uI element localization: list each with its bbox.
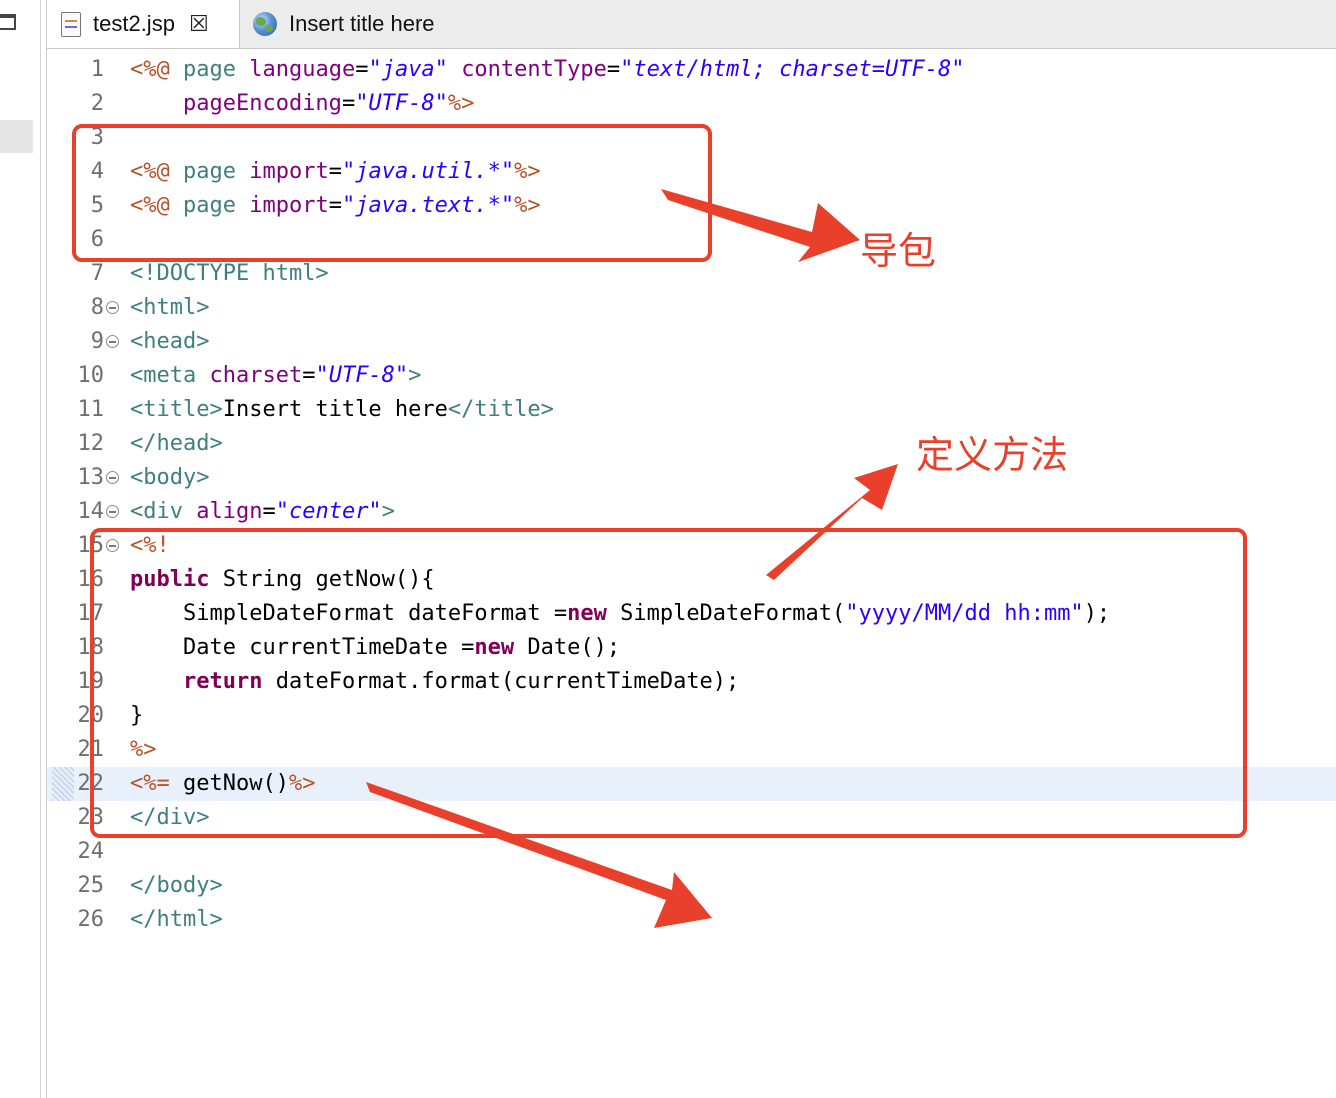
arrow-to-output bbox=[366, 782, 712, 928]
import-annotation-label: 导包 bbox=[860, 229, 937, 273]
arrow-to-method-label bbox=[766, 464, 898, 580]
arrow-to-import-label bbox=[661, 189, 860, 262]
method-annotation-label: 定义方法 bbox=[916, 433, 1069, 477]
annotation-arrows bbox=[366, 189, 898, 928]
